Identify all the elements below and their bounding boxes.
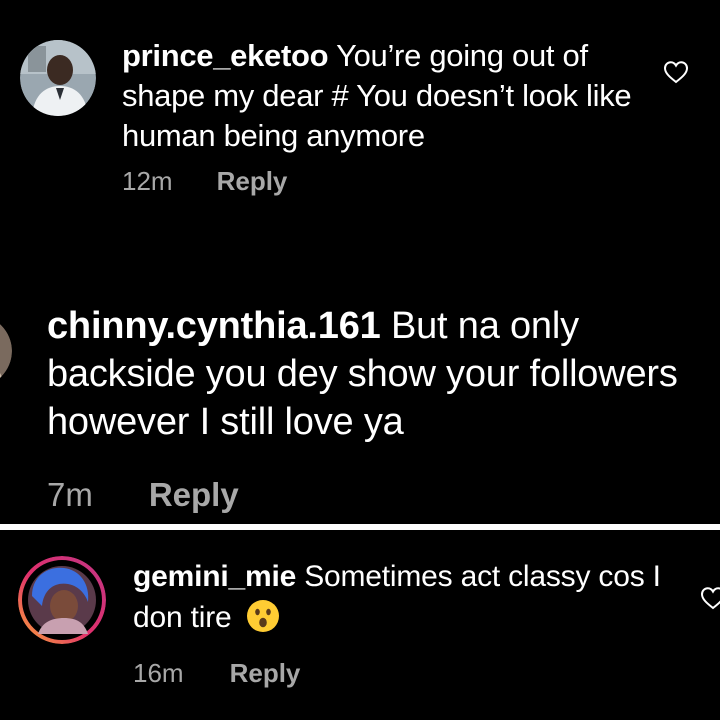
astonished-face-emoji-icon (246, 599, 280, 633)
reply-button[interactable]: Reply (149, 476, 239, 514)
comment-timestamp: 7m (47, 476, 93, 513)
comment-text: prince_eketoo You’re going out of shape … (122, 36, 662, 156)
comment-meta: 16m Reply (133, 658, 300, 689)
comment-item: chinny.cynthia.161 But na only backside … (0, 240, 720, 524)
comment-item: gemini_mie Sometimes act classy cos I do… (0, 530, 720, 720)
story-ring-icon (18, 556, 106, 644)
reply-button[interactable]: Reply (217, 166, 288, 197)
comment-timestamp: 12m (122, 166, 173, 196)
avatar-photo-icon (0, 324, 12, 387)
avatar[interactable] (18, 556, 106, 644)
comment-username[interactable]: chinny.cynthia.161 (47, 305, 381, 347)
avatar[interactable] (20, 40, 96, 116)
comment-item: prince_eketoo You’re going out of shape … (0, 0, 720, 240)
heart-icon[interactable] (663, 60, 689, 84)
avatar-photo-icon (20, 40, 96, 116)
reply-button[interactable]: Reply (230, 658, 301, 689)
comment-username[interactable]: prince_eketoo (122, 38, 329, 73)
comment-text: gemini_mie Sometimes act classy cos I do… (133, 556, 693, 638)
comment-username[interactable]: gemini_mie (133, 560, 296, 593)
comment-meta: 7m Reply (47, 476, 239, 514)
heart-icon[interactable] (700, 586, 720, 610)
comment-meta: 12m Reply (122, 166, 287, 197)
comment-text: chinny.cynthia.161 But na only backside … (47, 302, 707, 446)
avatar[interactable] (0, 315, 12, 387)
comment-timestamp: 16m (133, 658, 184, 688)
